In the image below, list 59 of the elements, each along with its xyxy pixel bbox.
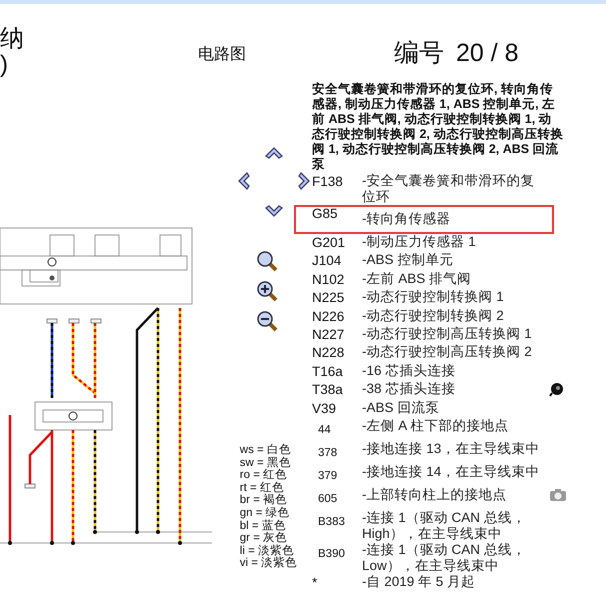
component-code: G201 <box>312 234 346 251</box>
component-description: -制动压力传感器 1 <box>362 234 477 250</box>
camera-icon <box>549 488 567 502</box>
cut-title: ) <box>0 52 9 78</box>
component-code: N102 <box>312 270 346 288</box>
component-description: -左侧 A 柱下部的接地点 <box>362 418 510 434</box>
component-description: -动态行驶控制高压转换阀 2 <box>362 344 533 360</box>
color-legend-entry: sw = 黑色 <box>240 456 292 469</box>
color-legend-entry: ro = 红色 <box>240 469 288 482</box>
zoom-icon[interactable] <box>256 250 278 272</box>
component-description: -连接 1（驱动 CAN 总线，High），在主导线束中 <box>362 510 527 542</box>
component-code: 605 <box>317 492 338 507</box>
component-code: N226 <box>312 308 346 325</box>
component-code: T16a <box>312 362 344 380</box>
component-description: -自 2019 年 5 月起 <box>362 574 476 590</box>
zoom-out-icon[interactable] <box>256 310 278 332</box>
color-legend-entry: li = 淡紫色 <box>240 544 294 557</box>
number-label: 编号 <box>394 39 444 67</box>
component-description: -动态行驶控制转换阀 2 <box>362 308 505 324</box>
component-code: V39 <box>312 400 338 417</box>
component-code: F138 <box>312 173 344 190</box>
component-description: -38 芯插头连接 <box>362 381 456 398</box>
component-description: -接地连接 13，在主导线束中 <box>362 440 540 457</box>
component-code: G85 <box>312 205 339 222</box>
color-legend-entry: gn = 绿色 <box>240 506 291 520</box>
component-description: -ABS 回流泵 <box>362 400 440 416</box>
component-description: -接地连接 14，在主导线束中 <box>362 464 540 480</box>
component-description: -转向角传感器 <box>362 211 450 226</box>
component-description: -动态行驶控制高压转换阀 1 <box>362 326 533 342</box>
zoom-in-icon[interactable] <box>256 280 278 302</box>
component-code: 379 <box>317 468 338 484</box>
component-description: -连接 1（驱动 CAN 总线，Low），在主导线束中 <box>362 542 527 574</box>
component-code: * <box>312 574 318 591</box>
component-code: N228 <box>312 344 346 362</box>
component-description: -左前 ABS 排气阀 <box>362 270 472 287</box>
color-legend-entry: bl = 蓝色 <box>240 520 286 532</box>
color-legend-entry: rt = 红色 <box>240 482 284 494</box>
component-description: -16 芯插头连接 <box>362 362 456 379</box>
component-description: -ABS 控制单元 <box>362 252 454 268</box>
component-description: -上部转向柱上的接地点 <box>362 486 508 503</box>
connector-icon <box>549 381 565 398</box>
color-legend-entry: br = 褐色 <box>240 494 288 506</box>
cut-title: 纳 <box>0 26 25 52</box>
color-legend-entry: ws = 白色 <box>240 444 292 456</box>
component-code: 44 <box>317 422 332 438</box>
color-legend-entry: vi = 淡紫色 <box>240 557 298 570</box>
component-code: B383 <box>317 514 346 530</box>
color-legend-entry: gr = 灰色 <box>240 532 288 544</box>
component-code: 378 <box>317 446 338 461</box>
page-number: 20 / 8 <box>456 39 519 67</box>
components-heading: 安全气囊卷簧和带滑环的复位环, 转向角传感器, 制动压力传感器 1, ABS 控制单元, 左前 ABS 排气阀, 动态行驶控制转换阀 1, 动态行驶控制转换阀 2, 动态行驶控制高压转换阀 1, 动态行驶控制高压转换阀 2, ABS 回流泵 <box>312 82 564 172</box>
component-code: B390 <box>317 546 346 562</box>
diagram-type-label: 电路图 <box>198 44 246 65</box>
component-code: J104 <box>312 252 342 270</box>
component-code: T38a <box>312 381 344 398</box>
component-code: N225 <box>312 289 346 306</box>
component-description: -安全气囊卷簧和带滑环的复位环 <box>362 173 536 205</box>
component-description: -动态行驶控制转换阀 1 <box>362 289 505 306</box>
component-code: N227 <box>312 326 346 343</box>
